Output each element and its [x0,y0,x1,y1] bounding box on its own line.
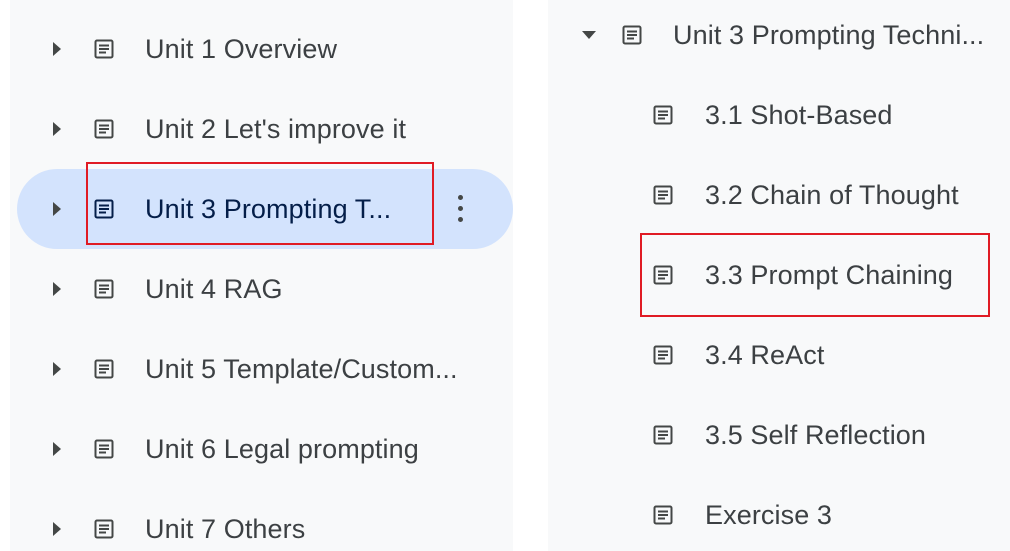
tree-item-unit-4[interactable]: Unit 4 RAG [10,249,513,329]
document-icon [92,357,116,381]
arrow-right-icon[interactable] [53,282,61,296]
tree-item-label: Unit 7 Others [145,514,306,544]
document-icon [651,183,675,207]
tree-item-unit-1[interactable]: Unit 1 Overview [10,9,513,89]
tree-item-unit-6[interactable]: Unit 6 Legal prompting [10,409,513,489]
more-vert-icon[interactable] [448,189,472,229]
tree-item-label: Unit 3 Prompting T... [145,194,392,224]
arrow-right-icon[interactable] [53,442,61,456]
tree-item-3-3[interactable]: 3.3 Prompt Chaining [548,235,1010,315]
document-icon [92,197,116,221]
document-outline-left: Unit 1 Overview Unit 2 Let's improve it … [10,0,513,551]
arrow-right-icon[interactable] [53,42,61,56]
arrow-right-icon[interactable] [53,522,61,536]
document-icon [92,37,116,61]
arrow-right-icon[interactable] [53,202,61,216]
tree-item-unit-2[interactable]: Unit 2 Let's improve it [10,89,513,169]
tree-item-exercise-3[interactable]: Exercise 3 [548,475,1010,551]
tree-item-unit-5[interactable]: Unit 5 Template/Custom... [10,329,513,409]
arrow-right-icon[interactable] [53,122,61,136]
document-icon [651,343,675,367]
tree-item-3-2[interactable]: 3.2 Chain of Thought [548,155,1010,235]
document-icon [92,437,116,461]
tree-item-label: 3.2 Chain of Thought [705,180,959,210]
tree-item-label: Unit 1 Overview [145,34,338,64]
document-icon [620,23,644,47]
tree-item-unit-3[interactable]: Unit 3 Prompting T... [10,169,513,249]
arrow-right-icon[interactable] [53,362,61,376]
document-outline-right: Unit 3 Prompting Techni... 3.1 Shot-Base… [548,0,1010,551]
document-icon [92,277,116,301]
tree-item-label: 3.3 Prompt Chaining [705,260,954,290]
document-icon [651,503,675,527]
tree-item-label: 3.5 Self Reflection [705,420,927,450]
tree-item-label: Unit 2 Let's improve it [145,114,407,144]
document-icon [92,517,116,541]
tree-item-label: 3.4 ReAct [705,340,825,370]
document-icon [651,263,675,287]
tree-item-unit-7[interactable]: Unit 7 Others [10,489,513,551]
screenshot-stage: Unit 1 Overview Unit 2 Let's improve it … [0,0,1010,551]
tree-item-3-5[interactable]: 3.5 Self Reflection [548,395,1010,475]
arrow-down-icon[interactable] [582,31,596,39]
tree-item-label: 3.1 Shot-Based [705,100,893,130]
tree-item-label: Unit 3 Prompting Techni... [673,20,985,50]
tree-item-label: Unit 6 Legal prompting [145,434,419,464]
document-icon [651,103,675,127]
tree-item-unit-3-parent[interactable]: Unit 3 Prompting Techni... [548,0,1010,75]
document-icon [651,423,675,447]
document-icon [92,117,116,141]
tree-item-3-4[interactable]: 3.4 ReAct [548,315,1010,395]
tree-item-label: Exercise 3 [705,500,833,530]
tree-item-3-1[interactable]: 3.1 Shot-Based [548,75,1010,155]
tree-item-label: Unit 4 RAG [145,274,283,304]
tree-item-label: Unit 5 Template/Custom... [145,354,458,384]
